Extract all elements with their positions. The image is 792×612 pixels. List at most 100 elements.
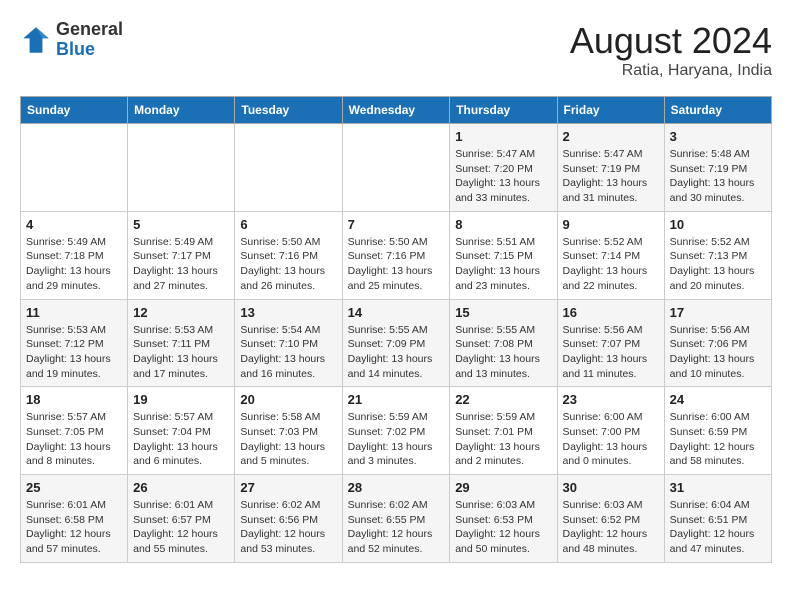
day-number: 5 — [133, 217, 229, 232]
weekday-header-tuesday: Tuesday — [235, 97, 342, 124]
day-info: Sunrise: 6:04 AM Sunset: 6:51 PM Dayligh… — [670, 498, 766, 557]
logo-general-text: General — [56, 20, 123, 40]
calendar-cell: 4 Sunrise: 5:49 AM Sunset: 7:18 PM Daylig… — [21, 211, 128, 299]
day-info: Sunrise: 5:55 AM Sunset: 7:08 PM Dayligh… — [455, 323, 551, 382]
weekday-header-wednesday: Wednesday — [342, 97, 450, 124]
calendar-cell: 14 Sunrise: 5:55 AM Sunset: 7:09 PM Dayli… — [342, 299, 450, 387]
calendar-cell — [21, 124, 128, 212]
logo-icon — [20, 24, 52, 56]
weekday-header-sunday: Sunday — [21, 97, 128, 124]
week-row-1: 1Sunrise: 5:47 AM Sunset: 7:20 PM Daylig… — [21, 124, 772, 212]
week-row-4: 18 Sunrise: 5:57 AM Sunset: 7:05 PM Dayli… — [21, 387, 772, 475]
day-number: 13 — [240, 305, 336, 320]
day-info: Sunrise: 5:58 AM Sunset: 7:03 PM Dayligh… — [240, 410, 336, 469]
day-info: Sunrise: 5:53 AM Sunset: 7:11 PM Dayligh… — [133, 323, 229, 382]
day-number: 21 — [348, 392, 445, 407]
calendar-cell: 3 Sunrise: 5:48 AM Sunset: 7:19 PM Daylig… — [664, 124, 771, 212]
day-info: Sunrise: 6:03 AM Sunset: 6:52 PM Dayligh… — [563, 498, 659, 557]
day-info: Sunrise: 5:47 AM Sunset: 7:19 PM Dayligh… — [563, 147, 659, 206]
location-title: Ratia, Haryana, India — [570, 62, 772, 80]
day-number: 12 — [133, 305, 229, 320]
day-number: 4 — [26, 217, 122, 232]
calendar-cell: 20 Sunrise: 5:58 AM Sunset: 7:03 PM Dayli… — [235, 387, 342, 475]
day-info: Sunrise: 5:49 AM Sunset: 7:18 PM Dayligh… — [26, 235, 122, 294]
day-info: Sunrise: 5:55 AM Sunset: 7:09 PM Dayligh… — [348, 323, 445, 382]
day-info: Sunrise: 5:52 AM Sunset: 7:14 PM Dayligh… — [563, 235, 659, 294]
weekday-header-friday: Friday — [557, 97, 664, 124]
calendar-cell: 11 Sunrise: 5:53 AM Sunset: 7:12 PM Dayli… — [21, 299, 128, 387]
calendar-cell: 7 Sunrise: 5:50 AM Sunset: 7:16 PM Daylig… — [342, 211, 450, 299]
day-number: 14 — [348, 305, 445, 320]
day-info: Sunrise: 5:48 AM Sunset: 7:19 PM Dayligh… — [670, 147, 766, 206]
day-info: Sunrise: 5:54 AM Sunset: 7:10 PM Dayligh… — [240, 323, 336, 382]
day-number: 2 — [563, 129, 659, 144]
calendar-table: SundayMondayTuesdayWednesdayThursdayFrid… — [20, 96, 772, 563]
day-number: 26 — [133, 480, 229, 495]
day-number: 25 — [26, 480, 122, 495]
calendar-cell: 21 Sunrise: 5:59 AM Sunset: 7:02 PM Dayli… — [342, 387, 450, 475]
weekday-header-row: SundayMondayTuesdayWednesdayThursdayFrid… — [21, 97, 772, 124]
calendar-cell: 13 Sunrise: 5:54 AM Sunset: 7:10 PM Dayli… — [235, 299, 342, 387]
calendar-cell: 12 Sunrise: 5:53 AM Sunset: 7:11 PM Dayli… — [128, 299, 235, 387]
calendar-cell: 24 Sunrise: 6:00 AM Sunset: 6:59 PM Dayli… — [664, 387, 771, 475]
calendar-cell: 31 Sunrise: 6:04 AM Sunset: 6:51 PM Dayli… — [664, 475, 771, 563]
day-info: Sunrise: 6:01 AM Sunset: 6:58 PM Dayligh… — [26, 498, 122, 557]
day-info: Sunrise: 5:52 AM Sunset: 7:13 PM Dayligh… — [670, 235, 766, 294]
title-block: August 2024 Ratia, Haryana, India — [570, 20, 772, 80]
day-number: 28 — [348, 480, 445, 495]
day-number: 31 — [670, 480, 766, 495]
day-number: 10 — [670, 217, 766, 232]
calendar-cell — [128, 124, 235, 212]
day-number: 1 — [455, 129, 551, 144]
calendar-cell: 5 Sunrise: 5:49 AM Sunset: 7:17 PM Daylig… — [128, 211, 235, 299]
day-number: 6 — [240, 217, 336, 232]
calendar-cell — [235, 124, 342, 212]
day-number: 7 — [348, 217, 445, 232]
day-info: Sunrise: 5:53 AM Sunset: 7:12 PM Dayligh… — [26, 323, 122, 382]
calendar-cell: 2 Sunrise: 5:47 AM Sunset: 7:19 PM Daylig… — [557, 124, 664, 212]
day-number: 8 — [455, 217, 551, 232]
day-number: 9 — [563, 217, 659, 232]
calendar-cell: 29Sunrise: 6:03 AM Sunset: 6:53 PM Dayli… — [450, 475, 557, 563]
calendar-cell: 18 Sunrise: 5:57 AM Sunset: 7:05 PM Dayli… — [21, 387, 128, 475]
week-row-3: 11 Sunrise: 5:53 AM Sunset: 7:12 PM Dayli… — [21, 299, 772, 387]
day-number: 24 — [670, 392, 766, 407]
day-info: Sunrise: 6:02 AM Sunset: 6:55 PM Dayligh… — [348, 498, 445, 557]
day-number: 16 — [563, 305, 659, 320]
day-info: Sunrise: 5:57 AM Sunset: 7:05 PM Dayligh… — [26, 410, 122, 469]
calendar-cell: 9 Sunrise: 5:52 AM Sunset: 7:14 PM Daylig… — [557, 211, 664, 299]
logo-text: General Blue — [56, 20, 123, 60]
week-row-2: 4 Sunrise: 5:49 AM Sunset: 7:18 PM Daylig… — [21, 211, 772, 299]
month-title: August 2024 — [570, 20, 772, 62]
logo-blue-text: Blue — [56, 40, 123, 60]
calendar-cell: 15 Sunrise: 5:55 AM Sunset: 7:08 PM Dayli… — [450, 299, 557, 387]
day-number: 29 — [455, 480, 551, 495]
day-number: 11 — [26, 305, 122, 320]
day-number: 27 — [240, 480, 336, 495]
calendar-cell: 16Sunrise: 5:56 AM Sunset: 7:07 PM Dayli… — [557, 299, 664, 387]
day-info: Sunrise: 5:50 AM Sunset: 7:16 PM Dayligh… — [348, 235, 445, 294]
day-number: 20 — [240, 392, 336, 407]
day-info: Sunrise: 6:01 AM Sunset: 6:57 PM Dayligh… — [133, 498, 229, 557]
calendar-cell: 27Sunrise: 6:02 AM Sunset: 6:56 PM Dayli… — [235, 475, 342, 563]
day-info: Sunrise: 5:59 AM Sunset: 7:02 PM Dayligh… — [348, 410, 445, 469]
day-info: Sunrise: 5:49 AM Sunset: 7:17 PM Dayligh… — [133, 235, 229, 294]
day-number: 19 — [133, 392, 229, 407]
day-number: 30 — [563, 480, 659, 495]
day-info: Sunrise: 6:00 AM Sunset: 6:59 PM Dayligh… — [670, 410, 766, 469]
calendar-cell: 22Sunrise: 5:59 AM Sunset: 7:01 PM Dayli… — [450, 387, 557, 475]
day-number: 15 — [455, 305, 551, 320]
day-number: 17 — [670, 305, 766, 320]
page-header: General Blue August 2024 Ratia, Haryana,… — [20, 20, 772, 80]
weekday-header-monday: Monday — [128, 97, 235, 124]
logo: General Blue — [20, 20, 123, 60]
calendar-cell: 26 Sunrise: 6:01 AM Sunset: 6:57 PM Dayli… — [128, 475, 235, 563]
calendar-cell: 28 Sunrise: 6:02 AM Sunset: 6:55 PM Dayli… — [342, 475, 450, 563]
day-number: 18 — [26, 392, 122, 407]
weekday-header-saturday: Saturday — [664, 97, 771, 124]
weekday-header-thursday: Thursday — [450, 97, 557, 124]
day-number: 3 — [670, 129, 766, 144]
calendar-cell — [342, 124, 450, 212]
day-info: Sunrise: 5:59 AM Sunset: 7:01 PM Dayligh… — [455, 410, 551, 469]
calendar-cell: 25 Sunrise: 6:01 AM Sunset: 6:58 PM Dayli… — [21, 475, 128, 563]
